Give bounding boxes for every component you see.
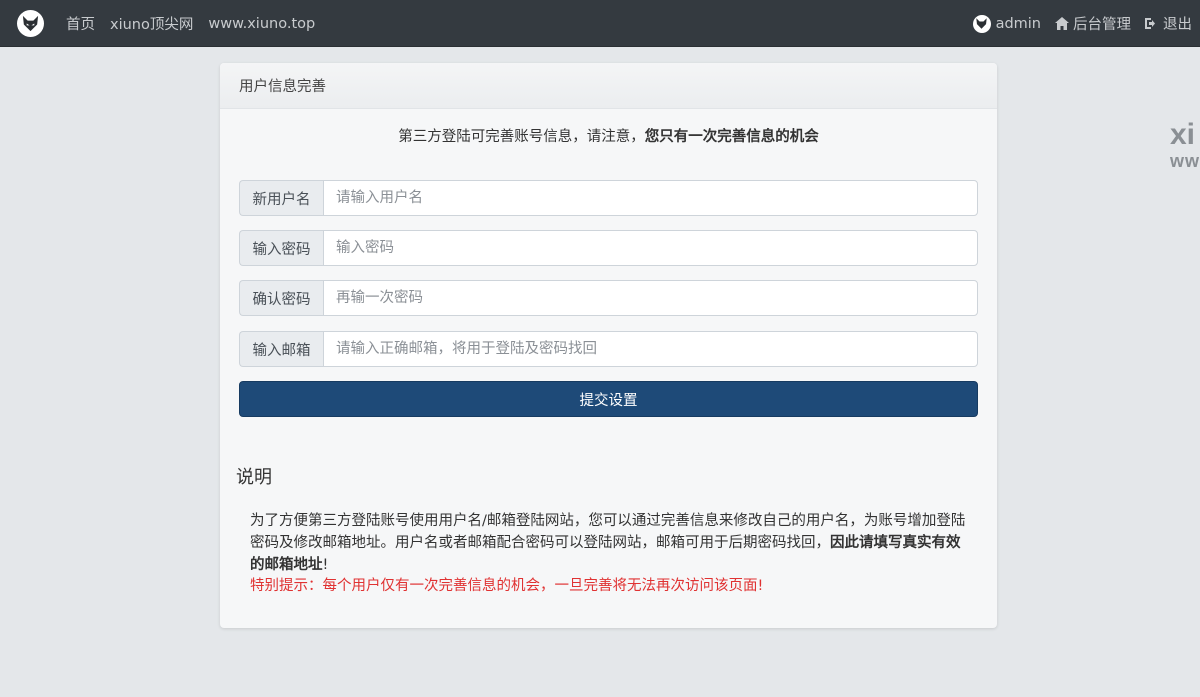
watermark-line1: xi [1170,118,1196,151]
logout-icon [1145,17,1159,30]
username-label: 新用户名 [239,180,323,216]
password-label: 输入密码 [239,230,323,266]
username-input[interactable] [323,180,978,216]
special-warning: 特别提示：每个用户仅有一次完善信息的机会，一旦完善将无法再次访问该页面! [250,578,764,594]
logout-label: 退出 [1163,17,1192,33]
nav-url-link[interactable]: www.xiuno.top [208,16,315,32]
password-group: 输入密码 [239,230,978,266]
password-input[interactable] [323,230,978,266]
notice-prefix: 第三方登陆可完善账号信息，请注意， [398,129,645,145]
confirm-password-input[interactable] [323,280,978,316]
username-group: 新用户名 [239,180,978,216]
card-header: 用户信息完善 [220,63,997,109]
site-logo[interactable] [17,10,44,37]
notice-bold: 您只有一次完善信息的机会 [644,129,819,145]
email-input[interactable] [323,331,978,367]
fox-logo-icon [22,15,39,32]
home-icon [1055,17,1069,30]
admin-label: 后台管理 [1073,17,1131,33]
explain-desc-end: ! [322,557,329,573]
profile-completion-card: 用户信息完善 第三方登陆可完善账号信息，请注意，您只有一次完善信息的机会 新用户… [220,63,997,628]
nav-left-links: 首页 xiuno顶尖网 www.xiuno.top [66,0,330,47]
confirm-password-label: 确认密码 [239,280,323,316]
nav-user-link[interactable]: admin [972,14,1041,33]
explain-title: 说明 [236,467,272,488]
user-name: admin [995,15,1041,32]
fox-avatar-icon [976,18,987,29]
email-label: 输入邮箱 [239,331,323,367]
nav-home-link[interactable]: 首页 [66,13,95,34]
side-watermark: xi ww [1170,118,1200,171]
user-avatar [972,14,991,33]
nav-admin-link[interactable]: 后台管理 [1055,13,1131,34]
submit-button[interactable]: 提交设置 [239,381,978,417]
explain-description: 为了方便第三方登陆账号使用用户名/邮箱登陆网站，您可以通过完善信息来修改自己的用… [250,510,974,576]
nav-site-link[interactable]: xiuno顶尖网 [110,13,193,34]
top-navbar: 首页 xiuno顶尖网 www.xiuno.top admin 后台管理 退出 [0,0,1200,47]
nav-right-links: admin 后台管理 退出 [959,0,1192,47]
confirm-password-group: 确认密码 [239,280,978,316]
notice-text: 第三方登陆可完善账号信息，请注意，您只有一次完善信息的机会 [220,125,997,146]
watermark-line2: ww [1170,151,1200,171]
nav-logout-link[interactable]: 退出 [1145,13,1192,34]
email-group: 输入邮箱 [239,331,978,367]
